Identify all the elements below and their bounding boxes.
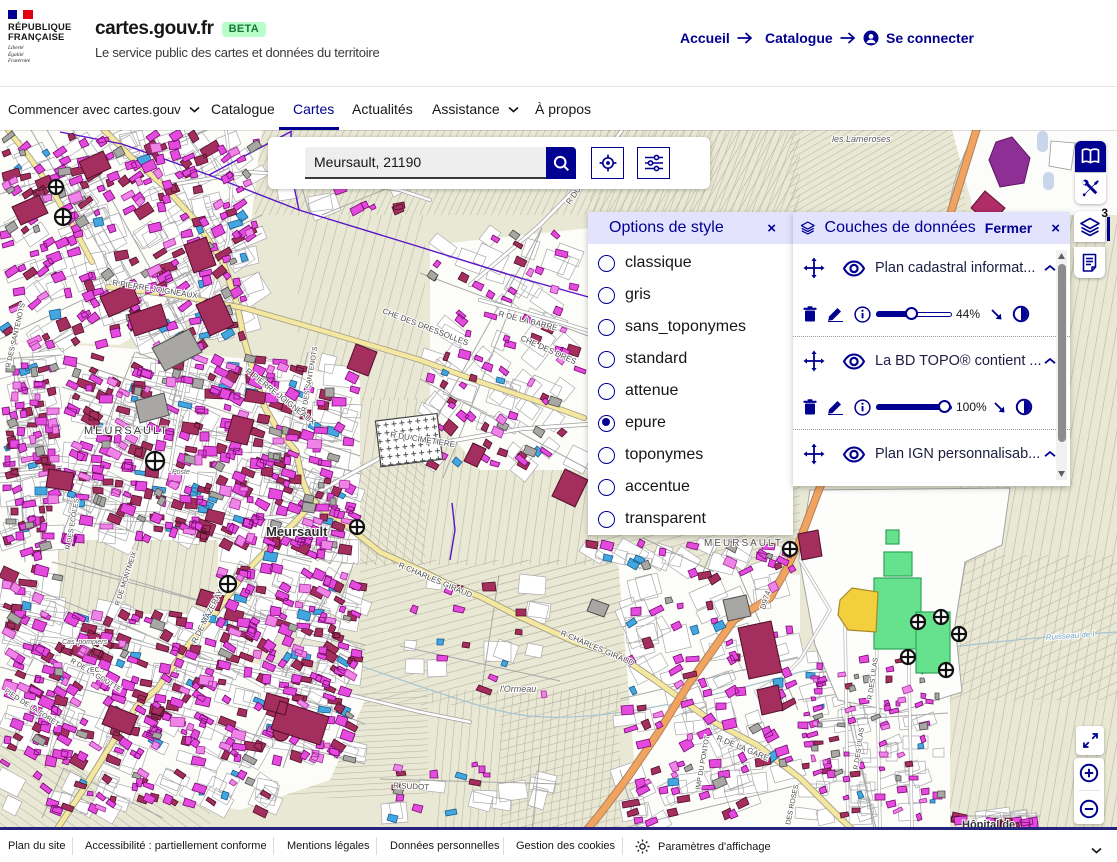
svg-text:Meursault: Meursault [266, 524, 328, 539]
svg-text:MEURSAULT: MEURSAULT [704, 538, 783, 549]
svg-text:les Lameroses: les Lameroses [832, 134, 891, 144]
svg-text:Poste: Poste [172, 469, 190, 476]
svg-text:l'Ormeau: l'Ormeau [500, 684, 536, 694]
svg-text:MEURSAULT: MEURSAULT [84, 425, 169, 437]
svg-text:Cas. pompiers: Cas. pompiers [62, 639, 108, 646]
svg-text:R SUDOT: R SUDOT [393, 781, 430, 792]
svg-text:EC.: EC. [90, 667, 102, 674]
